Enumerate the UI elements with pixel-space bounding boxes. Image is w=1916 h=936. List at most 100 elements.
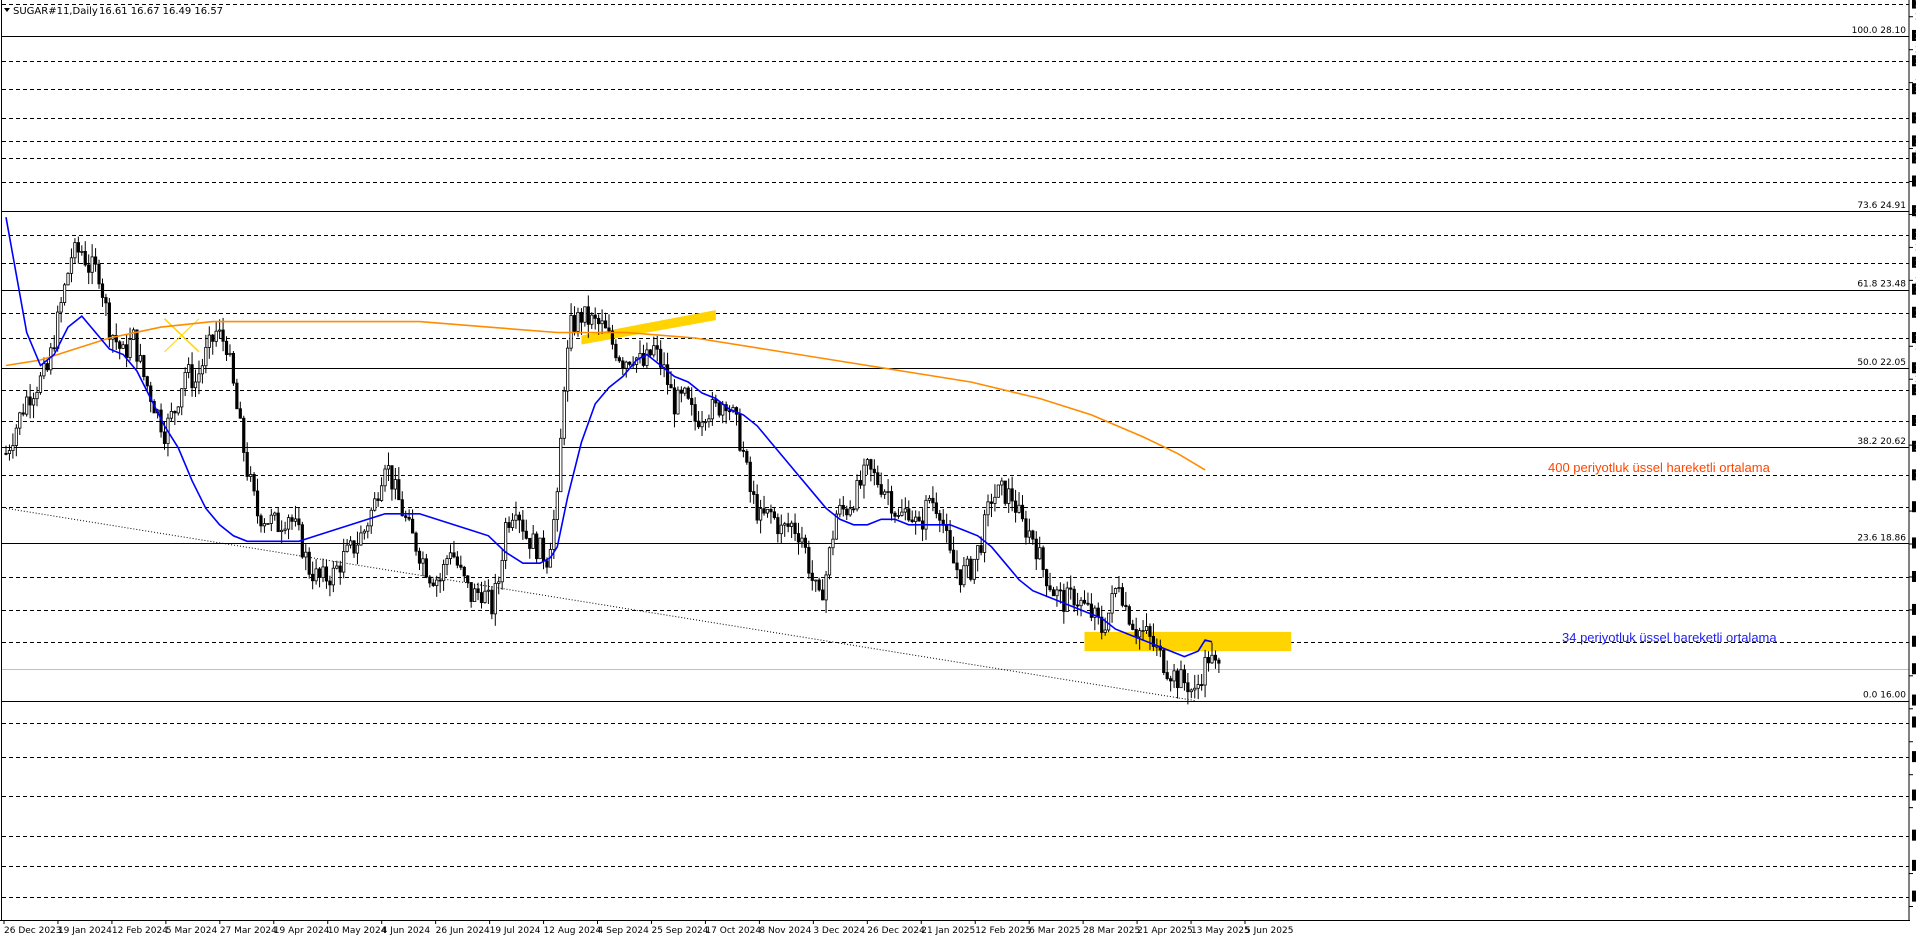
- candle-body: [348, 540, 353, 546]
- candle-body: [38, 375, 43, 393]
- candle-body: [235, 382, 239, 410]
- candle-body: [800, 537, 804, 543]
- fib-level-label: 100.0 28.10: [1852, 26, 1907, 36]
- chart-header: SUGAR#11,Daily 16.61 16.67 16.49 16.57: [4, 6, 223, 17]
- candle-body: [517, 514, 522, 521]
- candle-body: [645, 349, 649, 366]
- candle-body: [827, 547, 832, 576]
- candle-body: [342, 551, 346, 573]
- candle-body: [176, 406, 180, 414]
- candle-body: [362, 530, 366, 534]
- candle-body: [1182, 669, 1187, 684]
- candle-body: [1000, 480, 1004, 486]
- candle-body: [142, 355, 146, 378]
- candle-body: [679, 389, 683, 394]
- candle-body: [1117, 587, 1121, 590]
- candle-body: [1206, 657, 1211, 664]
- candle-body: [1007, 488, 1011, 504]
- candle-body: [1113, 588, 1118, 594]
- candle-body: [607, 327, 611, 332]
- time-tick-label: 28 Mar 2025: [1083, 926, 1140, 936]
- candle-body: [748, 461, 752, 492]
- candle-body: [169, 411, 173, 419]
- time-tick-label: 26 Dec 2024: [867, 926, 925, 936]
- candle-body: [521, 519, 525, 532]
- candle-body: [93, 256, 98, 265]
- candle-body: [552, 519, 556, 550]
- candle-body: [824, 574, 828, 601]
- candle-body: [710, 399, 714, 420]
- candle-body: [524, 530, 528, 539]
- candle-body: [1196, 684, 1200, 689]
- candle-body: [66, 272, 70, 286]
- price-chart[interactable]: 400 periyotluk üssel hareketli ortalama …: [0, 0, 1916, 936]
- candle-body: [504, 522, 508, 561]
- fib-level-label: 0.0 16.00: [1863, 691, 1906, 701]
- candle-body: [886, 491, 890, 493]
- candle-body: [755, 494, 759, 521]
- candle-body: [559, 437, 563, 493]
- fib-level-label: 61.8 23.48: [1857, 280, 1906, 290]
- candle-body: [214, 330, 218, 342]
- candle-body: [280, 529, 284, 533]
- candle-body: [390, 465, 394, 490]
- candle-body: [628, 361, 632, 365]
- candle-body: [531, 533, 535, 549]
- candle-body: [1120, 587, 1125, 606]
- candle-body: [721, 404, 725, 416]
- candle-body: [703, 421, 708, 424]
- candle-body: [1172, 670, 1176, 682]
- candle-body: [490, 589, 494, 615]
- candle-body: [528, 537, 532, 549]
- candle-body: [386, 465, 391, 470]
- time-tick-label: 17 Oct 2024: [705, 926, 761, 936]
- candle-body: [7, 450, 12, 455]
- time-tick-label: 12 Feb 2024: [112, 926, 168, 936]
- candle-body: [1165, 672, 1169, 680]
- candle-body: [1027, 530, 1031, 538]
- time-tick-label: 3 Dec 2024: [813, 926, 865, 936]
- candle-body: [1138, 630, 1142, 638]
- candle-body: [1003, 480, 1007, 504]
- candle-body: [1051, 589, 1056, 597]
- candle-body: [345, 544, 349, 552]
- candle-body: [476, 588, 480, 593]
- candle-body: [100, 283, 105, 298]
- candle-body: [507, 522, 511, 528]
- candle-body: [431, 582, 435, 587]
- candle-body: [869, 459, 873, 470]
- candle-body: [383, 468, 387, 487]
- candle-body: [1038, 547, 1042, 560]
- time-tick-label: 26 Dec 2023: [4, 926, 62, 936]
- time-tick-label: 13 May 2025: [1191, 926, 1250, 936]
- candle-body: [469, 582, 473, 602]
- candle-body: [1089, 603, 1093, 618]
- candle-body: [900, 511, 904, 516]
- candle-body: [948, 530, 952, 551]
- candle-body: [717, 402, 721, 416]
- candle-body: [273, 512, 277, 516]
- candle-body: [600, 320, 604, 325]
- candle-body: [1065, 587, 1069, 612]
- candle-body: [162, 431, 167, 444]
- candle-body: [135, 329, 139, 362]
- candle-body: [1082, 599, 1087, 604]
- candle-body: [28, 396, 32, 406]
- candle-body: [852, 508, 856, 511]
- candle-body: [231, 352, 236, 384]
- time-tick-label: 4 Sep 2024: [598, 926, 650, 936]
- candle-body: [359, 532, 363, 546]
- candle-body: [555, 491, 559, 520]
- candle-body: [872, 468, 876, 474]
- time-tick-label: 5 Jun 2025: [1245, 926, 1293, 936]
- candle-body: [865, 459, 870, 466]
- candle-body: [331, 567, 335, 586]
- candle-body: [965, 558, 969, 567]
- candle-body: [1203, 657, 1207, 686]
- candle-body: [783, 523, 787, 526]
- candle-body: [435, 579, 439, 587]
- candle-body: [931, 497, 935, 504]
- candle-body: [996, 484, 1000, 498]
- candle-body: [1144, 626, 1149, 631]
- candle-body: [31, 398, 36, 406]
